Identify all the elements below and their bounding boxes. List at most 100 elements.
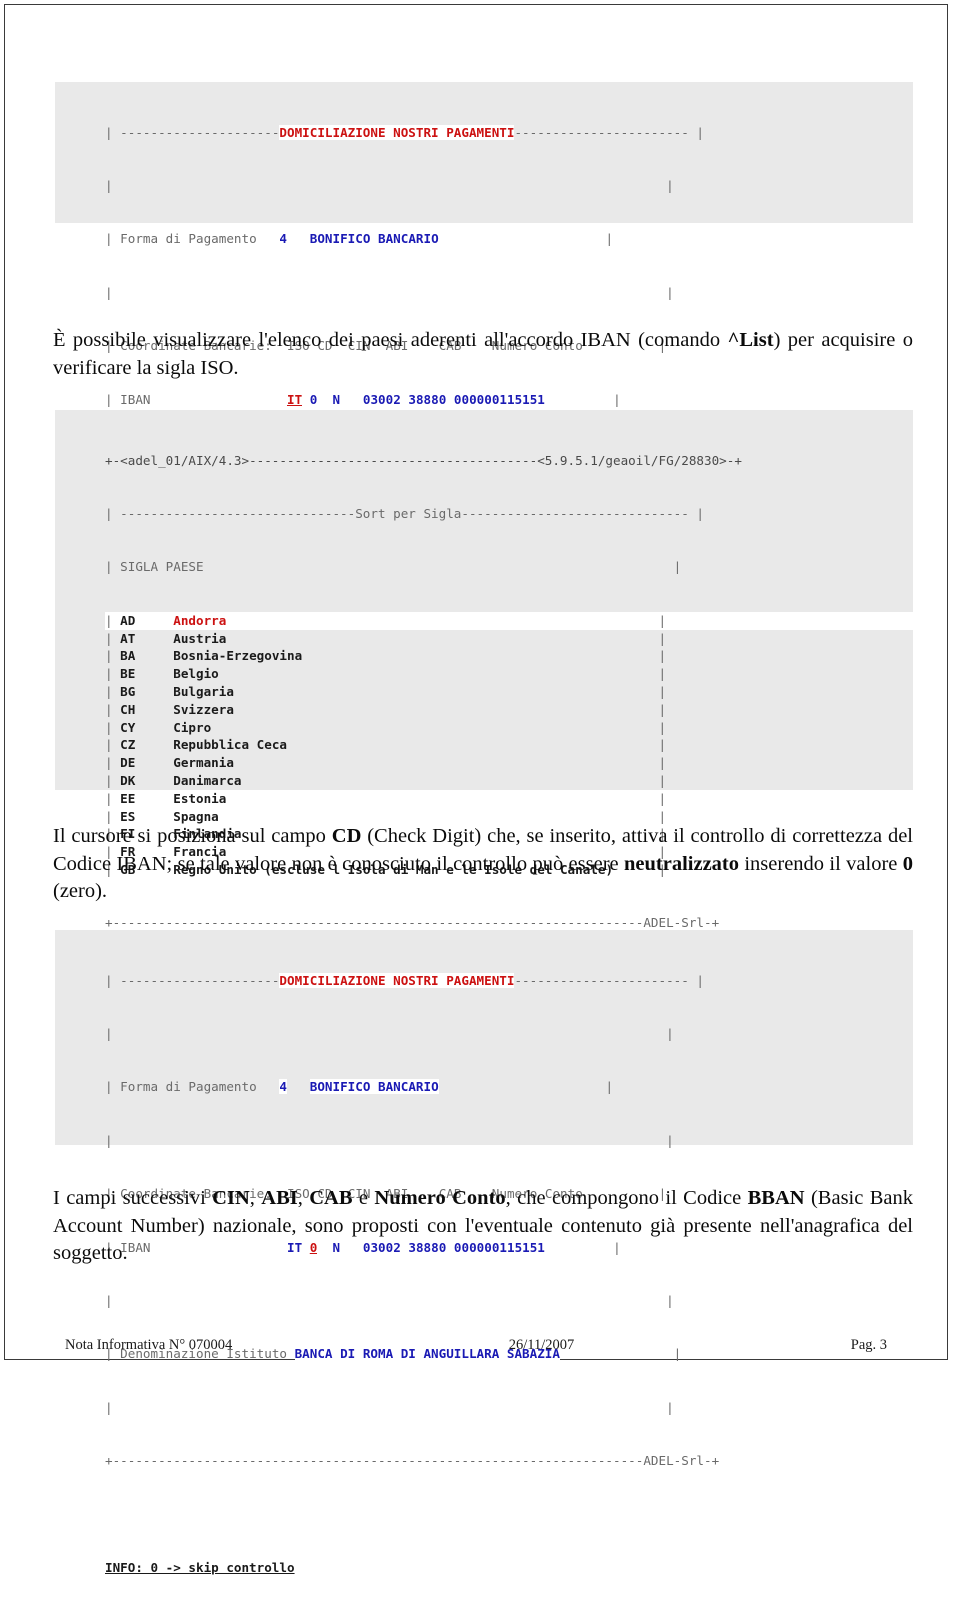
left-border-pipe: | [105,559,121,575]
country-code: BA [120,648,136,664]
country-list-item[interactable]: | CZ Repubblica Ceca | [105,736,913,754]
sp [151,392,287,407]
abi-field[interactable]: 03002 [362,391,401,407]
screen-title: DOMICILIAZIONE NOSTRI PAGAMENTI [279,972,515,988]
terminal-title-row: | ---------------------DOMICILIAZIONE NO… [105,972,913,990]
para3-term-bban: BBAN [747,1187,805,1209]
country-code: AD [120,612,136,628]
right-border-pipe: | [438,1079,614,1095]
country-list-item[interactable]: | AT Austria | [105,630,913,648]
cab-field[interactable]: 38880 [408,391,447,407]
terminal-title-row: | ---------------------DOMICILIAZIONE NO… [105,124,913,142]
border-pipes: | | [105,177,674,193]
terminal-app-id: +-<adel_01/AIX/4.3> [105,452,250,468]
para3-term-cab: CAB [309,1187,353,1209]
country-name: Bosnia-Erzegovina [173,648,303,664]
terminal-screen-payment-domiciliation-2[interactable]: | ---------------------DOMICILIAZIONE NO… [55,930,913,1575]
right-border-pipe: | [688,972,705,988]
para3-term-cin: CIN [212,1187,250,1209]
border-pipes: | | [105,1292,674,1308]
forma-code-field[interactable]: 4 [279,231,287,247]
sort-title: Sort per Sigla [355,505,462,521]
sp2 [302,391,310,407]
right-border-pipe: | [688,505,705,521]
forma-label: Forma di Pagamento [120,231,257,247]
cin-field[interactable]: N [332,391,341,407]
left-border-pipe: | [105,719,121,735]
country-code: ES [120,808,136,824]
right-border-pipe: | [544,391,621,407]
info-message-row: INFO: 0 -> skip controllo [105,1559,913,1577]
row-padding: | [226,790,667,806]
forma-desc-field[interactable]: BONIFICO BANCARIO [309,1079,439,1095]
row-padding: | [218,808,667,824]
forma-desc-field[interactable]: BONIFICO BANCARIO [309,231,439,247]
terminal-screen-country-list[interactable]: +-<adel_01/AIX/4.3> ---------------------… [55,410,913,984]
country-name: Svizzera [173,701,234,717]
column-gap [135,720,173,735]
column-gap [135,791,173,806]
sort-rule-right: ------------------------------ [461,505,689,521]
row-padding: | [218,666,667,682]
para3-text-a: I campi successivi [53,1187,213,1209]
title-rule-right: ----------------------- [514,124,689,140]
left-border-pipe: | [105,612,121,628]
column-gap [135,613,173,628]
column-gap [135,737,173,752]
blank [105,1507,113,1522]
sort-rule-left: ------------------------------- [120,505,356,521]
country-list-item[interactable]: | BE Belgio | [105,665,913,683]
country-list-item[interactable]: | AD Andorra | [105,611,913,630]
forma-code-field[interactable]: 4 [279,1079,287,1095]
page-footer: Nota Informativa N° 070004 26/11/2007 Pa… [65,1337,887,1354]
border-pipes: | | [105,284,674,300]
paragraph-iban-country-list: È possibile visualizzare l'elenco dei pa… [53,327,913,382]
country-code: BE [120,666,136,682]
forma-pagamento-row: | Forma di Pagamento 4 BONIFICO BANCARIO… [105,230,913,248]
country-name: Cipro [173,719,212,735]
row-padding: | [233,701,667,717]
country-code: CZ [120,737,136,753]
country-list-item[interactable]: | EE Estonia | [105,790,913,808]
paragraph-bban-fields: I campi successivi CIN, ABI, CAB e Numer… [53,1185,913,1268]
sp4 [340,391,363,407]
iso-field[interactable]: IT [287,391,303,407]
para3-sep-3: e [352,1187,375,1209]
forma-label: Forma di Pagamento [120,1079,257,1095]
title-rule-right: ----------------------- [514,972,689,988]
country-list-item[interactable]: | DK Danimarca | [105,772,913,790]
country-code: DK [120,772,136,788]
terminal-blank-row-2: | | [105,284,913,302]
footer-page-number: Pag. 3 [850,1337,887,1353]
numero-conto-field[interactable]: 000000115151 [453,391,545,407]
country-list-item[interactable]: | DE Germania | [105,754,913,772]
document-page: | ---------------------DOMICILIAZIONE NO… [4,4,948,1575]
left-border-pipe: | [105,772,121,788]
para2-term-neutralizzato: neutralizzato [624,852,739,875]
terminal-screen-payment-domiciliation-1[interactable]: | ---------------------DOMICILIAZIONE NO… [55,82,913,674]
terminal-blank-row: | | [105,177,913,195]
spacer2 [287,1079,310,1094]
column-gap [135,809,173,824]
para2-text-d: inserendo il valore [739,852,903,875]
country-list-item[interactable]: | BA Bosnia-Erzegovina | [105,647,913,665]
column-gap [135,666,173,681]
para2-value-zero: 0 [902,852,914,875]
para1-command-list: ^List [727,329,774,351]
para3-text-c: , che compongono il Codice [505,1187,748,1209]
column-gap [135,684,173,699]
country-code: EE [120,790,136,806]
country-list-item[interactable]: | CH Svizzera | [105,701,913,719]
footer-document-ref: Nota Informativa N° 070004 [65,1337,233,1353]
country-name: Estonia [173,790,227,806]
country-list-item[interactable]: | BG Bulgaria | [105,683,913,701]
country-list-item[interactable]: | CY Cipro | [105,719,913,737]
country-name: Danimarca [173,772,242,788]
column-gap [135,702,173,717]
forma-pagamento-row: | Forma di Pagamento 4 BONIFICO BANCARIO… [105,1078,913,1096]
country-name: Belgio [173,666,219,682]
country-code: BG [120,683,136,699]
country-name: Spagna [173,808,219,824]
country-name: Repubblica Ceca [173,737,287,753]
